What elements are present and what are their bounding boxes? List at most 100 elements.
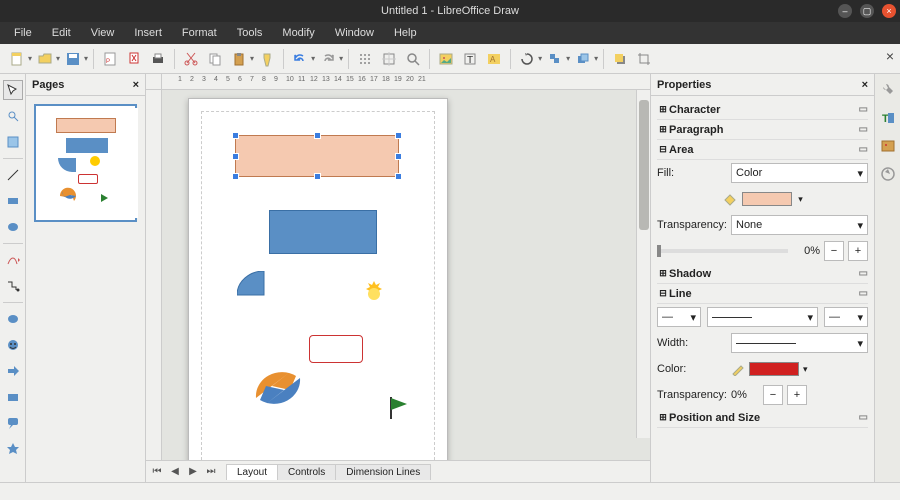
shape-rounded-rect[interactable] bbox=[309, 335, 363, 363]
pages-panel-close-button[interactable]: × bbox=[133, 79, 139, 91]
decrement-button[interactable]: − bbox=[824, 241, 844, 261]
window-maximize-button[interactable]: ▢ bbox=[860, 4, 874, 18]
shadow-button[interactable] bbox=[609, 48, 631, 70]
save-button[interactable] bbox=[62, 48, 84, 70]
more-options-icon[interactable]: ▭ bbox=[859, 104, 868, 115]
shape-lightbulb-icon[interactable] bbox=[357, 277, 391, 311]
copy-button[interactable] bbox=[204, 48, 226, 70]
zoom-tool[interactable] bbox=[3, 106, 23, 126]
shape-cycle-arrows[interactable] bbox=[241, 353, 315, 423]
star-tool[interactable] bbox=[3, 439, 23, 459]
new-doc-button[interactable] bbox=[6, 48, 28, 70]
properties-panel-close-button[interactable]: × bbox=[862, 79, 868, 91]
menu-file[interactable]: File bbox=[4, 22, 42, 44]
prev-page-button[interactable]: ◀ bbox=[168, 466, 182, 477]
arrow-end-select[interactable]: —▾ bbox=[824, 307, 868, 327]
window-close-button[interactable]: × bbox=[882, 4, 896, 18]
more-options-icon[interactable]: ▭ bbox=[859, 288, 868, 299]
menu-window[interactable]: Window bbox=[325, 22, 384, 44]
shape-flag[interactable] bbox=[387, 395, 411, 421]
clone-format-button[interactable] bbox=[256, 48, 278, 70]
dropdown-icon[interactable]: ▾ bbox=[594, 54, 598, 63]
canvas-viewport[interactable] bbox=[162, 90, 650, 460]
text-tool[interactable] bbox=[3, 132, 23, 152]
horizontal-ruler[interactable]: 123456789101112131415161718192021 bbox=[146, 74, 650, 90]
shape-rectangle-selected[interactable] bbox=[235, 135, 399, 177]
dropdown-icon[interactable]: ▾ bbox=[250, 54, 254, 63]
dropdown-icon[interactable]: ▾ bbox=[339, 54, 343, 63]
more-options-icon[interactable]: ▭ bbox=[859, 268, 868, 279]
tab-dimension-lines[interactable]: Dimension Lines bbox=[335, 464, 431, 480]
section-line[interactable]: ⊟Line▭ bbox=[657, 284, 868, 304]
insert-textbox-button[interactable]: T bbox=[459, 48, 481, 70]
grid-button[interactable] bbox=[354, 48, 376, 70]
fill-type-select[interactable]: Color▾ bbox=[731, 163, 868, 183]
arrange-button[interactable] bbox=[572, 48, 594, 70]
connector-tool[interactable] bbox=[3, 276, 23, 296]
dropdown-icon[interactable]: ▾ bbox=[84, 54, 88, 63]
menu-modify[interactable]: Modify bbox=[272, 22, 324, 44]
select-tool[interactable] bbox=[3, 80, 23, 100]
next-page-button[interactable]: ▶ bbox=[186, 466, 200, 477]
paste-button[interactable] bbox=[228, 48, 250, 70]
dropdown-icon[interactable]: ▾ bbox=[311, 54, 315, 63]
menu-view[interactable]: View bbox=[81, 22, 125, 44]
block-arrows-tool[interactable] bbox=[3, 361, 23, 381]
dropdown-icon[interactable]: ▾ bbox=[28, 54, 32, 63]
cut-button[interactable] bbox=[180, 48, 202, 70]
drawing-page[interactable] bbox=[188, 98, 448, 460]
flowchart-tool[interactable] bbox=[3, 387, 23, 407]
tab-controls[interactable]: Controls bbox=[277, 464, 336, 480]
increment-button[interactable]: + bbox=[787, 385, 807, 405]
vertical-scrollbar[interactable] bbox=[636, 90, 650, 438]
section-character[interactable]: ⊞Character▭ bbox=[657, 100, 868, 120]
tab-layout[interactable]: Layout bbox=[226, 464, 278, 480]
align-button[interactable] bbox=[544, 48, 566, 70]
section-position-size[interactable]: ⊞Position and Size▭ bbox=[657, 408, 868, 428]
callout-tool[interactable] bbox=[3, 413, 23, 433]
dropdown-icon[interactable]: ▾ bbox=[56, 54, 60, 63]
section-paragraph[interactable]: ⊞Paragraph▭ bbox=[657, 120, 868, 140]
sidebar-tab-navigator[interactable] bbox=[878, 164, 898, 184]
more-options-icon[interactable]: ▭ bbox=[859, 124, 868, 135]
line-style-select[interactable]: ▾ bbox=[707, 307, 818, 327]
last-page-button[interactable]: ⏭ bbox=[204, 466, 218, 477]
first-page-button[interactable]: ⏮ bbox=[150, 466, 164, 477]
close-document-button[interactable]: × bbox=[886, 48, 894, 64]
dropdown-icon[interactable]: ▾ bbox=[538, 54, 542, 63]
menu-insert[interactable]: Insert bbox=[124, 22, 172, 44]
line-tool[interactable] bbox=[3, 165, 23, 185]
menu-edit[interactable]: Edit bbox=[42, 22, 81, 44]
menu-tools[interactable]: Tools bbox=[227, 22, 273, 44]
print-preview-button[interactable] bbox=[123, 48, 145, 70]
fill-color-swatch[interactable] bbox=[742, 192, 792, 206]
more-options-icon[interactable]: ▭ bbox=[859, 144, 868, 155]
fontwork-button[interactable]: A bbox=[483, 48, 505, 70]
zoom-button[interactable] bbox=[402, 48, 424, 70]
line-color-swatch[interactable] bbox=[749, 362, 799, 376]
ellipse-tool[interactable] bbox=[3, 217, 23, 237]
basic-shapes-tool[interactable] bbox=[3, 309, 23, 329]
print-button[interactable] bbox=[147, 48, 169, 70]
shape-pie-blue[interactable] bbox=[237, 271, 291, 319]
menu-format[interactable]: Format bbox=[172, 22, 227, 44]
section-shadow[interactable]: ⊞Shadow▭ bbox=[657, 264, 868, 284]
vertical-ruler[interactable] bbox=[146, 90, 162, 460]
chevron-down-icon[interactable]: ▾ bbox=[803, 364, 808, 375]
arrow-start-select[interactable]: —▾ bbox=[657, 307, 701, 327]
menu-help[interactable]: Help bbox=[384, 22, 427, 44]
increment-button[interactable]: + bbox=[848, 241, 868, 261]
section-area[interactable]: ⊟Area▭ bbox=[657, 140, 868, 160]
sidebar-tab-properties[interactable] bbox=[878, 80, 898, 100]
curve-tool[interactable] bbox=[3, 250, 23, 270]
undo-button[interactable] bbox=[289, 48, 311, 70]
scroll-thumb[interactable] bbox=[639, 100, 649, 230]
sidebar-tab-styles[interactable]: T bbox=[878, 108, 898, 128]
rotate-button[interactable] bbox=[516, 48, 538, 70]
transparency-slider[interactable] bbox=[657, 249, 788, 253]
open-button[interactable] bbox=[34, 48, 56, 70]
page-thumbnail[interactable]: 1 bbox=[34, 104, 137, 222]
more-options-icon[interactable]: ▭ bbox=[859, 412, 868, 423]
sidebar-tab-gallery[interactable] bbox=[878, 136, 898, 156]
symbol-shapes-tool[interactable] bbox=[3, 335, 23, 355]
